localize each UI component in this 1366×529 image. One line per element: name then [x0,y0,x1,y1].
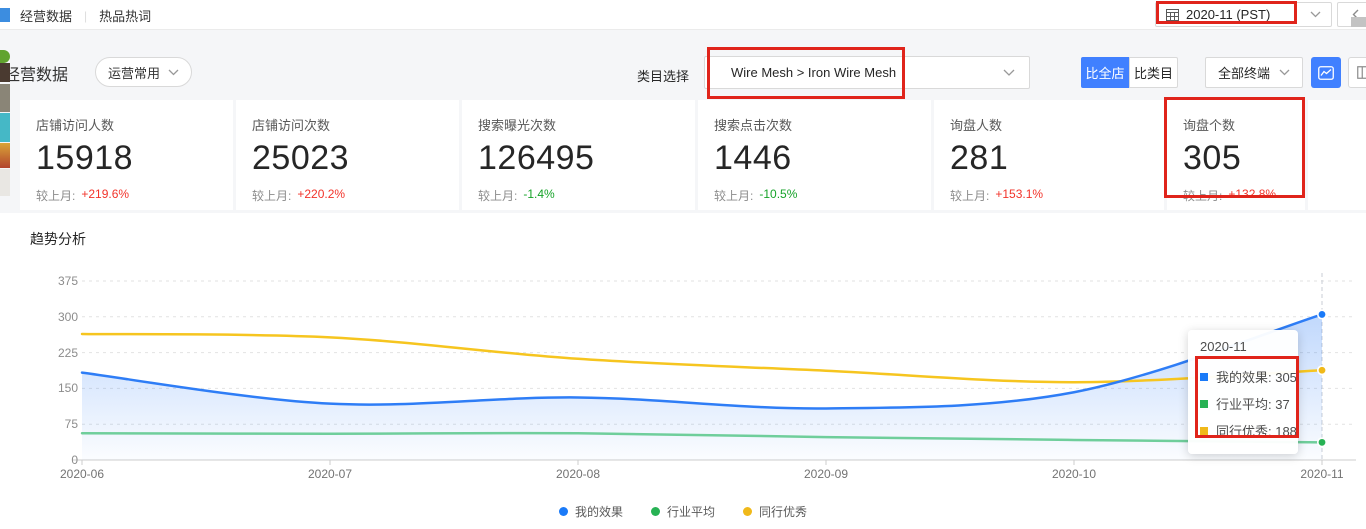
compare-label: 较上月: [36,189,76,203]
stat-change: +153.1% [995,187,1044,201]
tab-divider: | [84,8,88,23]
legend-item-2[interactable]: 同行优秀 [743,503,807,520]
compare-label: 较上月: [1183,189,1223,203]
stat-change: +220.2% [297,187,346,201]
legend-item-1[interactable]: 行业平均 [650,503,715,520]
chevron-down-icon [168,69,179,75]
x-axis-tick-label: 2020-09 [803,467,849,481]
columns-icon [1356,66,1366,79]
chart-tooltip: 2020-11 我的效果: 305 行业平均: 37 同行优秀: 188 [1188,330,1298,454]
terminal-select-value: 全部终端 [1218,66,1271,81]
y-axis-tick-label: 150 [57,381,78,396]
x-axis-tick-label: 2020-07 [307,467,353,481]
legend-dot [650,507,660,516]
stat-card-search-clicks: 搜索点击次数 1446 较上月: -10.5% [698,100,931,210]
y-axis-tick-label: 75 [64,417,78,432]
table-view-button[interactable] [1348,57,1366,88]
section-title: 经营数据 [4,67,69,84]
stat-card-visits: 店铺访问次数 25023 较上月: +220.2% [236,100,459,210]
scrollbar-thumb[interactable] [1351,17,1366,27]
stat-value: 25023 [252,139,350,177]
y-axis-tick-label: 375 [57,274,78,288]
line-chart-icon [1318,65,1334,80]
stat-value: 15918 [36,139,134,177]
compare-label: 较上月: [950,189,990,203]
top-bar: 经营数据 | 热品热词 2020-11 (PST) [0,0,1366,30]
series-swatch [1200,426,1208,435]
page-edge-thumbnails [0,0,10,529]
thumbnail-image [0,63,10,82]
legend-label: 行业平均 [666,505,715,519]
line-chart-view-button[interactable] [1311,57,1341,88]
stat-change: -10.5% [759,187,798,201]
date-picker[interactable]: 2020-11 (PST) [1155,2,1332,27]
calendar-icon [1166,9,1179,21]
y-axis-tick-label: 300 [57,309,78,324]
thumbnail-image [0,8,10,22]
stat-label: 店铺访问次数 [252,118,331,133]
trend-chart[interactable] [0,213,1366,529]
compare-category-button[interactable]: 比类目 [1129,57,1178,88]
compare-label: 较上月: [252,189,292,203]
tooltip-item-peer-excellent: 同行优秀: 188 [1200,417,1297,444]
stat-change: +132.8% [1228,187,1277,201]
x-axis-tick-label: 2020-11 [1300,467,1344,481]
tab-business-data[interactable]: 经营数据 [20,6,72,25]
legend-dot [743,507,752,516]
legend-label: 我的效果 [574,505,623,519]
series-swatch [1200,399,1208,408]
category-select-label: 类目选择 [637,69,690,84]
chevron-down-icon [1310,11,1321,18]
stat-card-inquiry-count: 询盘个数 305 较上月: +132.8% [1167,100,1305,210]
stat-card-inquiry-people: 询盘人数 281 较上月: +153.1% [934,100,1164,210]
compare-whole-store-button[interactable]: 比全店 [1081,57,1129,88]
legend-item-0[interactable]: 我的效果 [558,503,623,520]
y-axis-tick-label: 0 [71,453,78,467]
compare-label: 较上月: [714,189,754,203]
chevron-down-icon [1003,69,1015,76]
stat-value: 281 [950,139,1009,177]
stat-change: +219.6% [81,187,130,201]
stat-label: 搜索点击次数 [714,118,793,133]
legend-dot [558,507,568,516]
chevron-down-icon [1279,69,1290,76]
compare-label: 较上月: [478,189,518,203]
chart-legend: 我的效果 行业平均 同行优秀 [0,503,1366,520]
series-swatch [1200,372,1208,381]
stat-label: 询盘个数 [1183,118,1236,133]
thumbnail-image [0,169,10,196]
terminal-select[interactable]: 全部终端 [1205,57,1303,88]
thumbnail-image [0,50,10,63]
top-tabs: 经营数据 | 热品热词 [20,6,151,25]
legend-label: 同行优秀 [759,505,808,519]
stat-card-partial [1308,100,1366,210]
stat-label: 店铺访问人数 [36,118,115,133]
stat-value: 126495 [478,139,595,177]
stat-value: 1446 [714,139,792,177]
tooltip-title: 2020-11 [1200,339,1247,354]
date-picker-value: 2020-11 (PST) [1186,7,1271,22]
category-select-value: Wire Mesh > Iron Wire Mesh [731,65,897,80]
stat-card-search-impressions: 搜索曝光次数 126495 较上月: -1.4% [462,100,695,210]
x-axis-tick-label: 2020-06 [59,467,105,481]
thumbnail-image [0,84,10,112]
x-axis-tick-label: 2020-10 [1051,467,1097,481]
stat-change: -1.4% [523,187,555,201]
preset-select[interactable]: 运营常用 [95,57,192,87]
category-select[interactable]: Wire Mesh > Iron Wire Mesh [704,56,1030,89]
stat-card-visitors: 店铺访问人数 15918 较上月: +219.6% [20,100,233,210]
stat-label: 询盘人数 [950,118,1003,133]
tab-hot-products[interactable]: 热品热词 [99,6,151,25]
stat-value: 305 [1183,139,1242,177]
tooltip-item-my-performance: 我的效果: 305 [1200,363,1297,390]
x-axis-tick-label: 2020-08 [555,467,601,481]
preset-select-value: 运营常用 [108,65,161,81]
y-axis-tick-label: 225 [57,345,78,360]
thumbnail-image [0,113,10,142]
thumbnail-image [0,143,10,168]
tooltip-item-industry-average: 行业平均: 37 [1200,390,1290,417]
stat-label: 搜索曝光次数 [478,118,557,133]
